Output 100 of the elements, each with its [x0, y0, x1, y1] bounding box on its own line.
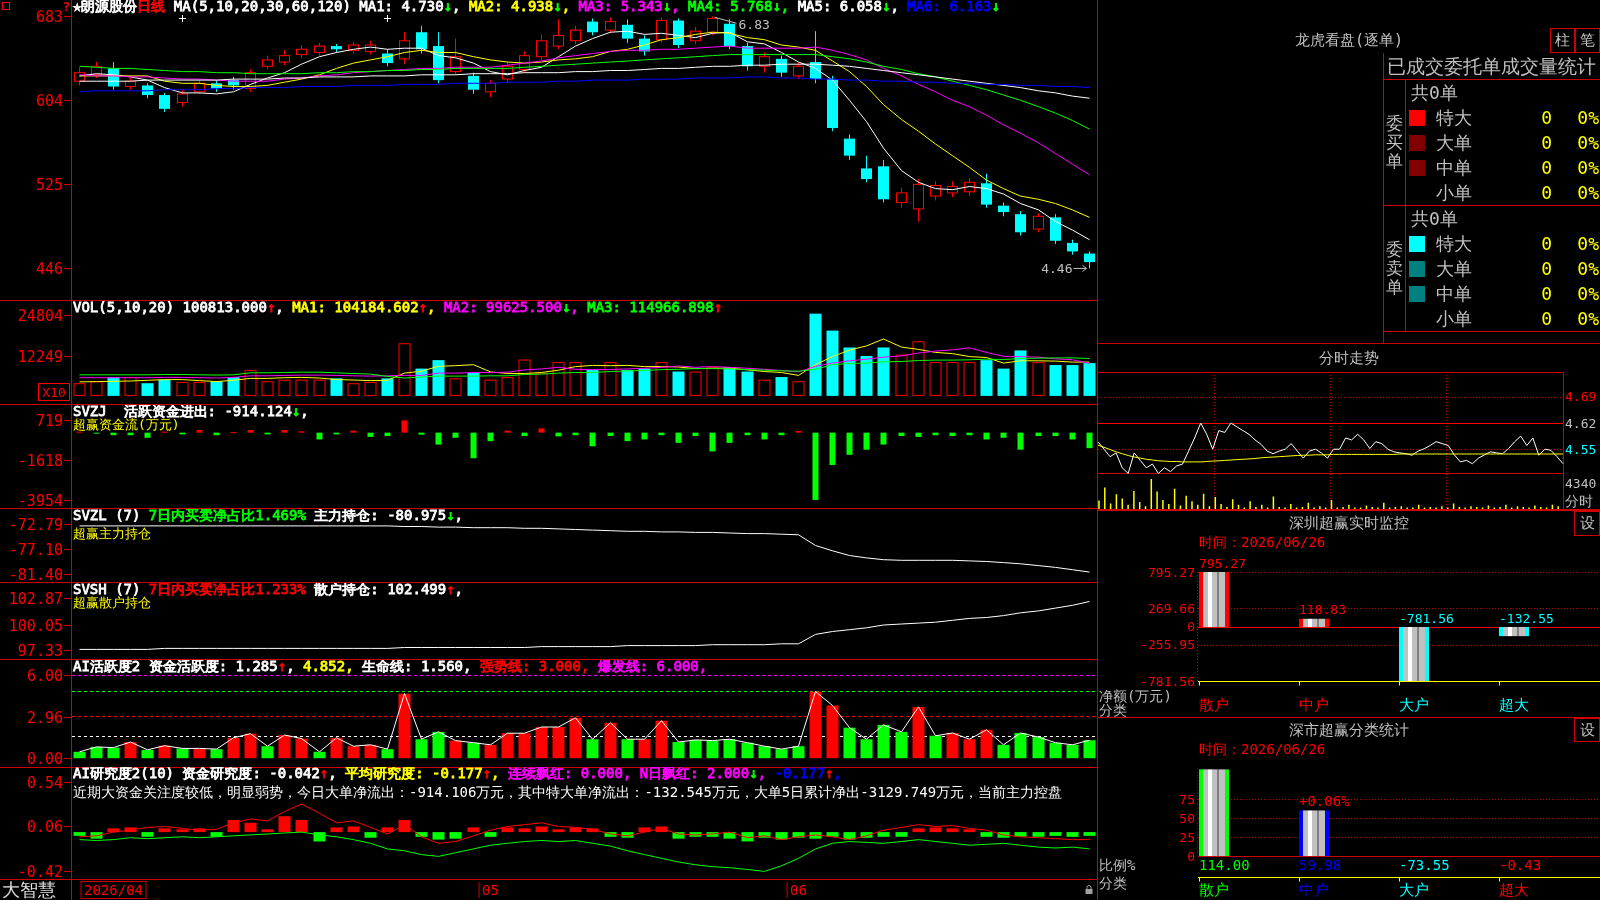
candlestick: [536, 33, 547, 61]
legend-text: 散户持仓: 102.499: [313, 583, 447, 597]
fund-flow-bar: [487, 432, 494, 442]
fund-flow-bar: [264, 432, 271, 435]
settings-button[interactable]: 设: [1574, 511, 1600, 536]
candlestick: [211, 79, 222, 93]
candlestick: [913, 178, 924, 223]
axis-label: 4.62: [1565, 415, 1597, 431]
legend-text: ,: [454, 583, 464, 597]
legend-text: 连续飘红: 0.000,: [507, 767, 633, 781]
fund-flow-bar: [350, 430, 357, 433]
legend-text: MA3: 114966.898: [587, 301, 714, 315]
category-label: 中户: [1299, 696, 1329, 714]
fund-flow-bar: [846, 432, 853, 455]
category-label: 超大: [1499, 696, 1529, 714]
legend-text: ,: [427, 301, 437, 315]
legend-text: ↓: [561, 301, 571, 315]
legend-text: 日线: [137, 0, 166, 14]
candlestick: [793, 61, 804, 80]
candlestick: [125, 76, 136, 91]
candlestick: [194, 78, 205, 95]
unit-label: X10: [38, 383, 70, 401]
order-size-label: 小单: [1436, 306, 1472, 331]
category-label: 超大: [1499, 881, 1529, 899]
candlestick: [690, 26, 701, 45]
legend-text: ,: [300, 405, 309, 419]
fund-flow-bar: [110, 432, 117, 436]
legend-text: ,: [757, 767, 768, 781]
order-count: 0: [1541, 157, 1552, 178]
legend-text: ↑: [482, 767, 492, 781]
annotation: 4.46: [1041, 260, 1073, 276]
candlestick: [844, 133, 855, 161]
legend-text: ↓: [749, 767, 758, 781]
order-percent: 0%: [1577, 132, 1599, 153]
legend-text: ,: [570, 301, 580, 315]
fund-flow-bar: [418, 432, 425, 435]
fund-flow-bar: [504, 430, 511, 433]
fund-flow-bar: [1052, 432, 1059, 437]
axis-label: -3954: [17, 491, 63, 509]
candlestick: [810, 30, 821, 84]
candlestick: [656, 16, 667, 44]
candlestick: [519, 50, 530, 74]
fund-flow-bar: [915, 432, 922, 437]
value-label: 59.98: [1299, 857, 1342, 873]
group-label: 委卖单: [1386, 240, 1403, 297]
fund-flow-bar: [144, 432, 151, 438]
candlestick: [776, 55, 787, 78]
fund-flow-bar: [624, 432, 631, 442]
order-size-label: 大单: [1436, 256, 1472, 281]
legend-text: ,: [328, 767, 338, 781]
legend-text: 4.852,: [303, 660, 355, 674]
fund-flow-bar: [316, 432, 323, 440]
legend-text: ↓: [291, 405, 301, 419]
legend-text: MA2: 99625.500: [443, 301, 562, 315]
axis-label: 0: [1187, 848, 1195, 864]
order-total: 共0单: [1411, 206, 1458, 231]
panel-title: 深市超赢分类统计: [1289, 720, 1409, 740]
candlestick: [930, 180, 941, 201]
value-label: -0.43: [1499, 857, 1542, 873]
order-count: 0: [1541, 107, 1552, 128]
order-count: 0: [1541, 182, 1552, 203]
candlestick: [707, 15, 718, 36]
fund-flow-bar: [470, 432, 477, 459]
axis-label: 4.55: [1565, 441, 1597, 457]
legend-text: ,: [491, 767, 501, 781]
fund-flow-bar: [1086, 432, 1093, 449]
fund-flow-bar: [333, 432, 340, 435]
category-label: 大户: [1399, 696, 1429, 714]
candlestick: [262, 55, 273, 70]
fund-flow-bar: [983, 432, 990, 440]
legend-text: ,: [890, 0, 900, 14]
fund-flow-bar: [435, 432, 442, 445]
view-mode-button[interactable]: 笔: [1575, 28, 1600, 53]
axis-label: 2.96: [26, 708, 63, 727]
candlestick: [1067, 239, 1078, 256]
axis-label: 4.69: [1565, 389, 1597, 405]
value-label: -132.55: [1499, 611, 1554, 627]
axis-title: 分类: [1099, 702, 1127, 717]
axis-label: 0: [1187, 619, 1195, 635]
candlestick: [896, 187, 907, 209]
help-mark[interactable]: ?: [62, 0, 70, 14]
fund-flow-bar: [521, 432, 528, 437]
axis-title: 净额(万元): [1099, 688, 1172, 704]
fund-flow-bar: [555, 432, 562, 437]
fund-flow-bar: [1000, 432, 1007, 438]
order-count: 0: [1541, 308, 1552, 329]
order-percent: 0%: [1577, 157, 1599, 178]
indicator-title: 超赢主力持仓: [73, 527, 151, 540]
candlestick: [399, 31, 410, 65]
candlestick: [1015, 210, 1026, 236]
date-label: 06: [786, 881, 807, 899]
axis-label: 446: [35, 259, 63, 278]
order-size-label: 中单: [1436, 155, 1472, 180]
order-size-label: 中单: [1436, 281, 1472, 306]
fund-flow-bar: [384, 432, 391, 437]
view-mode-button[interactable]: 柱: [1550, 28, 1575, 53]
order-size-label: 小单: [1436, 180, 1472, 205]
candlestick: [142, 82, 153, 99]
legend-text: SVZL (7): [73, 509, 142, 523]
settings-button[interactable]: 设: [1574, 718, 1600, 742]
